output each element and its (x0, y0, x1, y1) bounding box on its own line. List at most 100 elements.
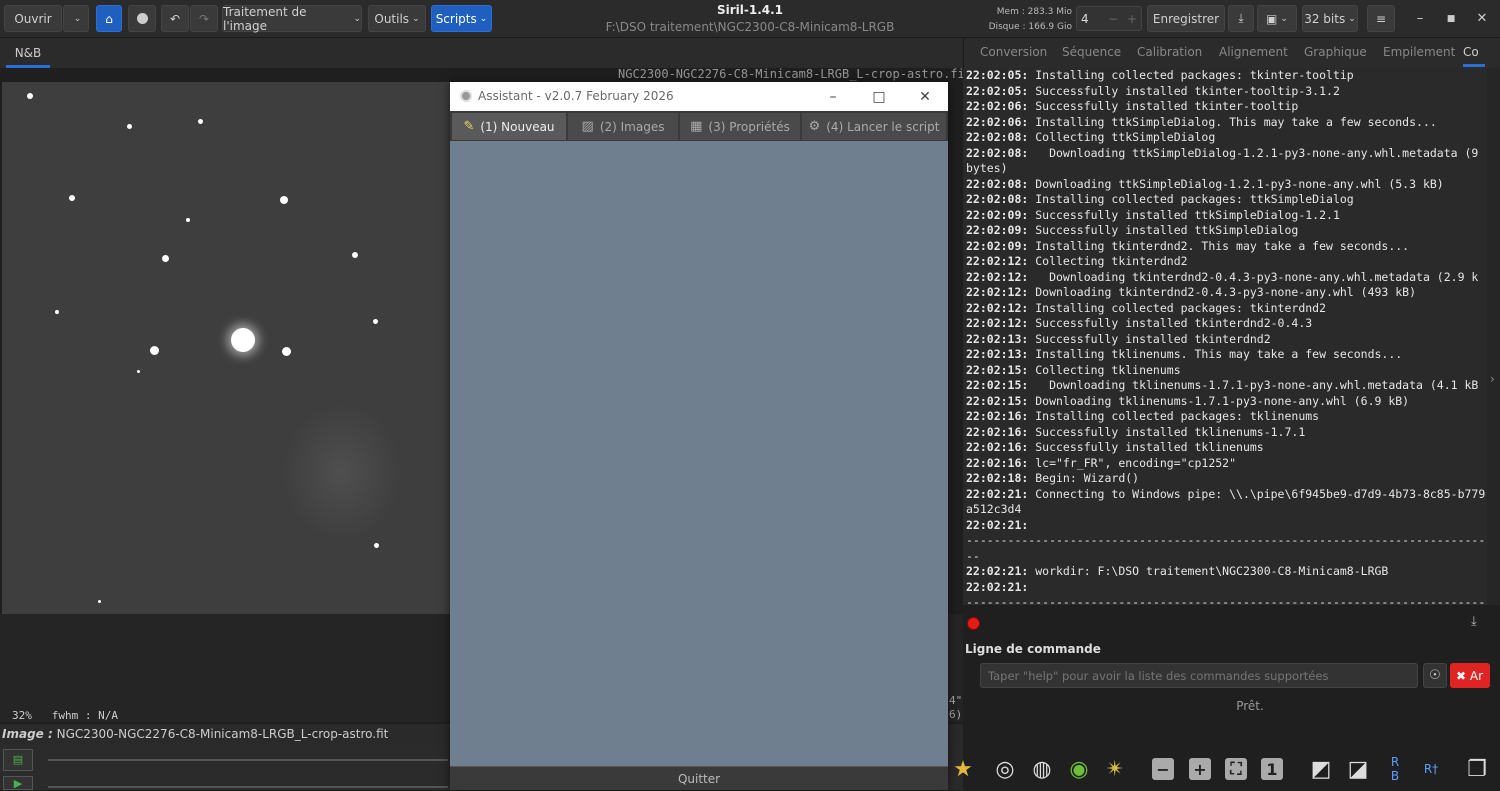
dialog-close-button[interactable]: ✕ (910, 85, 940, 109)
tab-conversion[interactable]: Conversion (980, 45, 1047, 59)
log-timestamp: 22:02:16: (966, 440, 1029, 454)
tab-sequence[interactable]: Séquence (1062, 45, 1121, 59)
dialog-maximize-button[interactable]: □ (864, 85, 894, 109)
log-line: 22:02:09: Successfully installed ttkSimp… (966, 208, 1487, 224)
star (150, 346, 159, 355)
log-message: Downloading tklinenums-1.7.1-py3-none-an… (1028, 378, 1479, 392)
maximize-icon: ■ (1446, 13, 1456, 24)
home-icon: ⌂ (105, 11, 113, 26)
tab-images[interactable]: ▨ (2) Images (568, 113, 678, 140)
chevron-right-icon[interactable]: › (1490, 372, 1495, 386)
wcs-icon[interactable]: ✴ (1100, 754, 1130, 784)
astrometry-icon[interactable]: ★ (948, 754, 978, 784)
flip-icon[interactable]: ◩ (1306, 754, 1336, 784)
tab-run-script-label: (4) Lancer le script (826, 119, 940, 134)
zoom-out-button[interactable]: − (1152, 758, 1174, 780)
home-button[interactable]: ⌂ (96, 5, 122, 32)
open-button[interactable]: Ouvrir (4, 5, 62, 32)
rgb-compose-icon[interactable]: R† (1416, 754, 1446, 784)
log-line: 22:02:21: (966, 580, 1487, 596)
play-button[interactable]: ▶ (3, 776, 33, 790)
tab-run-script[interactable]: ⚙ (4) Lancer le script (802, 113, 946, 140)
frame-slider[interactable] (48, 759, 448, 761)
log-message: Begin: Wizard() (1028, 471, 1140, 485)
save-button[interactable]: Enregistrer (1147, 5, 1225, 32)
windows-icon[interactable]: ❐ (1462, 754, 1492, 784)
play-icon: ▶ (13, 777, 23, 790)
dialog-title: Assistant - v2.0.7 February 2026 (478, 89, 674, 103)
log-line: 22:02:12: Collecting tkinterdnd2 (966, 254, 1487, 270)
save-as-button[interactable]: ⤓ (1228, 5, 1254, 32)
zoom-fit-button[interactable]: ⛶ (1225, 758, 1247, 780)
properties-icon: ▦ (690, 119, 703, 134)
maximize-button[interactable]: ■ (1436, 6, 1466, 31)
bit-depth-menu[interactable]: 32 bits ⌄ (1302, 5, 1358, 32)
threads-spinner[interactable]: 4 − + (1076, 6, 1142, 31)
log-message: Installing ttkSimpleDialog. This may tak… (1028, 114, 1437, 129)
snapshot-button[interactable]: ▣ ⌄ (1257, 5, 1297, 32)
target-icon[interactable]: ◉ (1064, 754, 1094, 784)
tab-properties[interactable]: ▦ (3) Propriétés (680, 113, 800, 140)
zoom-one-button[interactable]: 1 (1261, 758, 1283, 780)
log-timestamp: 22:02:09: (966, 207, 1029, 222)
command-help-button[interactable]: ☉ (1423, 663, 1447, 688)
log-message: Collecting tkinterdnd2 (1028, 254, 1188, 268)
tab-properties-label: (3) Propriétés (708, 119, 790, 134)
close-button[interactable]: ✕ (1467, 6, 1497, 31)
redo-button[interactable]: ↷ (190, 5, 218, 32)
star (186, 218, 190, 222)
command-input[interactable] (980, 663, 1418, 688)
globe-icon[interactable]: ◍ (1027, 754, 1057, 784)
siril-logo-icon (460, 90, 472, 102)
camera-icon: ▣ (1266, 11, 1278, 26)
mirror-icon[interactable]: ◪ (1343, 754, 1373, 784)
dialog-tab-bar: ✎ (1) Nouveau ▨ (2) Images ▦ (3) Propriétés… (450, 111, 948, 141)
memory-info: Mem : 283.3 Mio Disque : 166.9 Gio (980, 5, 1072, 35)
gear-icon: ⚙ (808, 119, 821, 134)
star (69, 195, 75, 201)
zoom-in-button[interactable]: + (1189, 758, 1211, 780)
main-menu-button[interactable]: ≡ (1367, 5, 1395, 32)
image-viewer[interactable] (2, 82, 450, 614)
minimize-icon: – (1416, 11, 1424, 26)
minus-icon[interactable]: − (1103, 12, 1123, 26)
abort-label: Ar (1469, 668, 1484, 683)
log-message: Downloading tkinterdnd2-0.4.3-py3-none-a… (1028, 285, 1417, 299)
console-log[interactable]: 22:02:05: Installing collected packages:… (963, 68, 1487, 605)
rgb-align-icon[interactable]: RB (1380, 754, 1410, 784)
console-scrollbar[interactable] (1487, 68, 1500, 605)
abort-button[interactable]: ✖ Ar (1450, 663, 1490, 688)
tab-alignment[interactable]: Alignement (1219, 45, 1288, 59)
tab-stacking[interactable]: Empilement (1383, 45, 1455, 59)
plus-icon[interactable]: + (1123, 12, 1141, 26)
log-message: Successfully installed tklinenums (1028, 440, 1264, 454)
log-timestamp: 22:02:12: (966, 254, 1029, 268)
log-message: Downloading ttkSimpleDialog-1.2.1-py3-no… (1028, 176, 1444, 191)
speed-slider[interactable] (48, 786, 448, 788)
sequence-button[interactable]: ▤ (3, 749, 33, 771)
dialog-titlebar[interactable]: Assistant - v2.0.7 February 2026 – □ ✕ (450, 82, 948, 111)
undo-button[interactable]: ↶ (161, 5, 189, 32)
log-line: 22:02:18: Begin: Wizard() (966, 471, 1487, 487)
log-message: Installing tklinenums. This may take a f… (1028, 347, 1403, 361)
tab-console[interactable]: Co (1463, 45, 1485, 67)
minimize-button[interactable]: – (1405, 6, 1435, 31)
scripts-menu[interactable]: Scripts ⌄ (431, 5, 492, 32)
scripts-label: Scripts (435, 11, 477, 26)
dialog-minimize-button[interactable]: – (818, 85, 848, 109)
tab-calibration[interactable]: Calibration (1137, 45, 1202, 59)
star (373, 319, 378, 324)
record-button[interactable] (128, 5, 156, 32)
tools-menu[interactable]: Outils ⌄ (368, 5, 426, 32)
save-log-icon[interactable]: ⤓ (1471, 614, 1477, 629)
tab-new[interactable]: ✎ (1) Nouveau (452, 113, 566, 140)
quit-button[interactable]: Quitter (450, 766, 948, 790)
tab-nb[interactable]: N&B (6, 38, 50, 68)
log-timestamp: 22:02:18: (966, 471, 1029, 485)
stop-icon[interactable] (967, 617, 980, 630)
open-recent-dropdown[interactable]: ⌄ (63, 5, 89, 32)
tab-graph[interactable]: Graphique (1304, 45, 1367, 59)
log-line: 22:02:12: Downloading tkinterdnd2-0.4.3-… (966, 270, 1487, 286)
image-processing-menu[interactable]: Traitement de l'image ⌄ (222, 5, 362, 33)
photometry-icon[interactable]: ◎ (990, 754, 1020, 784)
